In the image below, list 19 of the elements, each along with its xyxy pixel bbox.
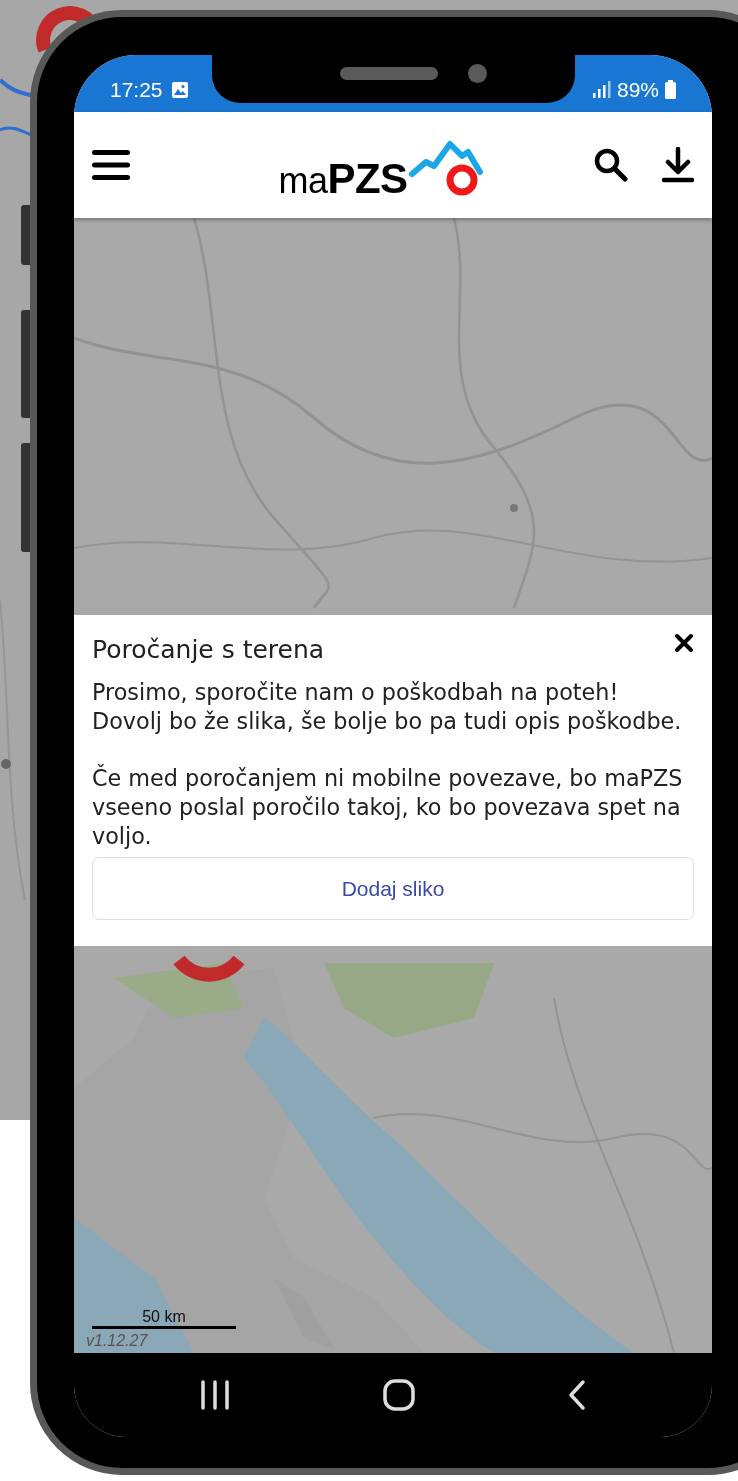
- download-icon[interactable]: [662, 147, 694, 183]
- close-icon[interactable]: [674, 633, 694, 653]
- signal-icon: [590, 80, 611, 99]
- dialog-title: Poročanje s terena: [92, 635, 325, 664]
- add-photo-button[interactable]: Dodaj sliko: [92, 857, 694, 920]
- map-scale-bar: 50 km: [92, 1308, 236, 1329]
- search-icon[interactable]: [594, 148, 628, 182]
- image-icon: [170, 80, 189, 99]
- app-logo-text: maPZS: [278, 158, 408, 200]
- back-icon[interactable]: [566, 1379, 587, 1411]
- status-time: 17:25: [110, 77, 163, 102]
- home-icon[interactable]: [382, 1378, 416, 1412]
- menu-icon[interactable]: [92, 148, 130, 182]
- recent-apps-icon[interactable]: [199, 1380, 232, 1410]
- dialog-text: Prosimo, sporočite nam o poškodbah na poteh! Dovolj bo že slika, še bolje bo pa tudi opis poškodbe.: [92, 678, 683, 736]
- version-label: v1.12.27: [86, 1332, 148, 1350]
- battery-percent: 89%: [616, 77, 659, 102]
- dialog-text: Če med poročanjem ni mobilne povezave, bo maPZS vseeno poslal poročilo takoj, ko bo povezava spet na voljo.: [92, 764, 684, 851]
- battery-icon: [665, 80, 676, 99]
